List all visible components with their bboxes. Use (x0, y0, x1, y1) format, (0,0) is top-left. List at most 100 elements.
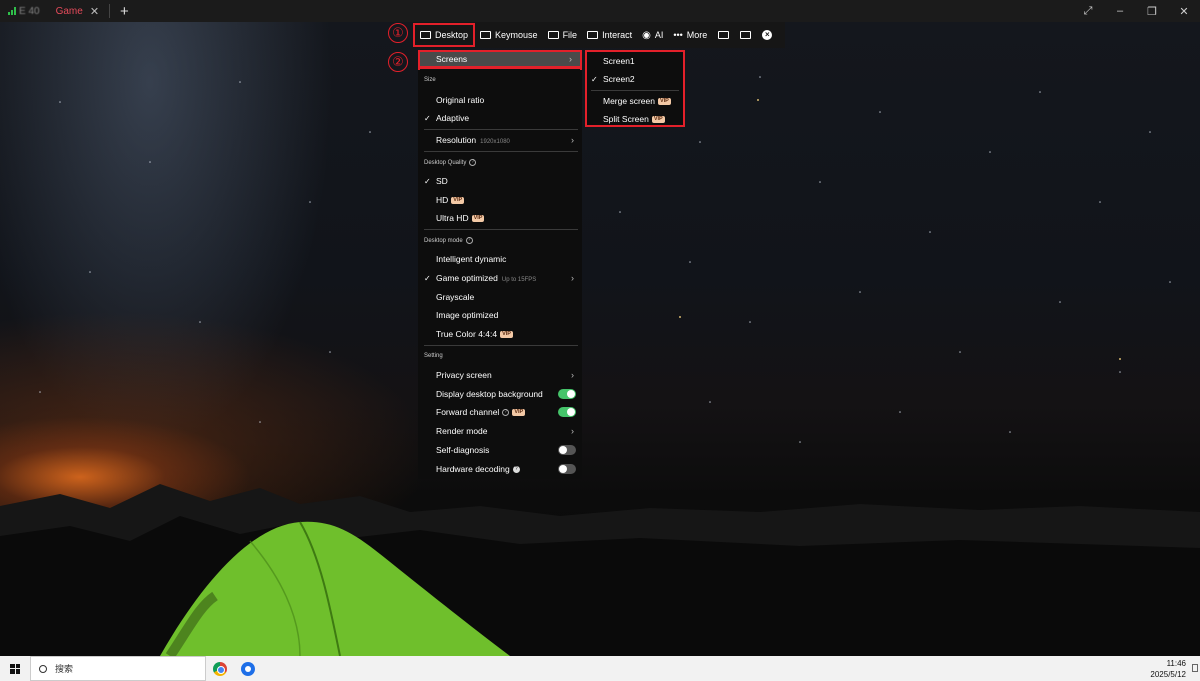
menu-item-grayscale[interactable]: Grayscale (418, 288, 582, 306)
fullscreen-button[interactable]: ⤢ (1072, 0, 1104, 22)
new-tab-button[interactable]: + (112, 3, 137, 20)
taskbar-remote-app[interactable] (234, 656, 262, 681)
toolbar-desktop-button[interactable]: Desktop (413, 23, 476, 47)
toolbar-more-button[interactable]: ••• More (668, 22, 712, 48)
menu-item-label: HD VIP (436, 195, 465, 205)
eye-icon: ◉ (642, 29, 651, 41)
taskbar-search[interactable]: 搜索 (30, 656, 206, 681)
toolbar-interact-button[interactable]: Interact (582, 22, 637, 48)
chevron-right-icon: › (571, 370, 574, 380)
notification-icon[interactable] (1192, 664, 1198, 672)
menu-item-resolution[interactable]: Resolution 1920x1080 › (418, 131, 582, 149)
tab-game[interactable]: Game ✕ (48, 0, 107, 22)
submenu-item-screen2[interactable]: ✓ Screen2 (587, 70, 683, 88)
divider (424, 129, 578, 130)
chrome-icon (213, 661, 227, 676)
menu-item-true-color[interactable]: True Color 4:4:4 VIP (418, 325, 582, 343)
help-icon[interactable]: ? (469, 159, 477, 166)
option-label: Ultra HD (436, 213, 469, 223)
menu-item-render-mode[interactable]: Render mode › (418, 422, 582, 440)
menu-item-label: Ultra HD VIP (436, 213, 485, 223)
menu-item-original-ratio[interactable]: Original ratio (418, 91, 582, 109)
tab-separator (109, 4, 111, 18)
callout-1: ① (388, 23, 408, 43)
menu-item-label: Hardware decoding? (436, 464, 520, 474)
ellipsis-icon: ••• (673, 30, 683, 40)
menu-item-image-optimized[interactable]: Image optimized (418, 306, 582, 324)
taskbar-clock[interactable]: 11:46 2025/5/12 (1150, 658, 1186, 680)
menu-item-self-diagnosis[interactable]: Self-diagnosis (418, 441, 582, 459)
vip-badge: VIP (512, 409, 526, 417)
section-header-size: Size (424, 77, 436, 83)
display-background-toggle[interactable] (558, 389, 576, 399)
option-label: Hardware decoding (436, 464, 510, 474)
help-icon[interactable]: ? (502, 409, 510, 417)
section-header-label: Desktop Quality (424, 160, 467, 167)
menu-item-privacy-screen[interactable]: Privacy screen › (418, 366, 582, 384)
toolbar-file-button[interactable]: File (543, 22, 583, 48)
submenu-item-label: Merge screen VIP (603, 96, 671, 106)
toolbar-disconnect-button[interactable]: × (756, 22, 778, 48)
toolbar-screen-button[interactable] (712, 22, 734, 48)
section-header-desktop-mode: Desktop mode? (424, 237, 473, 244)
chevron-right-icon: › (569, 54, 572, 64)
submenu-item-label: Screen1 (603, 56, 635, 66)
menu-item-intelligent-dynamic[interactable]: Intelligent dynamic (418, 250, 582, 268)
option-label: True Color 4:4:4 (436, 329, 498, 339)
submenu-item-label: Split Screen VIP (603, 114, 665, 124)
close-tab-icon[interactable]: ✕ (90, 5, 99, 18)
menu-item-forward-channel[interactable]: Forward channel? VIP (418, 403, 582, 421)
hardware-decoding-toggle[interactable] (558, 464, 576, 474)
close-window-button[interactable]: ✕ (1168, 0, 1200, 22)
forward-channel-toggle[interactable] (558, 407, 576, 417)
option-label: HD (436, 195, 449, 205)
minimize-button[interactable]: – (1104, 0, 1136, 22)
vip-badge: VIP (651, 116, 665, 124)
divider (424, 229, 578, 230)
help-icon[interactable]: ? (512, 466, 520, 474)
menu-item-hardware-decoding[interactable]: Hardware decoding? (418, 460, 582, 478)
submenu-item-split-screen[interactable]: Split Screen VIP (587, 110, 683, 128)
vip-badge: VIP (471, 215, 485, 223)
divider (424, 151, 578, 152)
check-icon: ✓ (424, 113, 431, 123)
submenu-item-screen1[interactable]: Screen1 (587, 52, 683, 70)
menu-item-game-optimized[interactable]: ✓ Game optimized Up to 15FPS › (418, 269, 582, 287)
chat-icon (587, 31, 599, 39)
menu-item-display-background[interactable]: Display desktop background (418, 385, 582, 403)
highlight-frame (418, 67, 582, 70)
self-diagnosis-toggle[interactable] (558, 445, 576, 455)
submenu-item-merge-screen[interactable]: Merge screen VIP (587, 92, 683, 110)
tab-remote-device[interactable]: E 40 (0, 0, 48, 22)
resolution-label: Resolution (436, 135, 477, 145)
desktop-menu: Screens › Size Original ratio ✓ Adaptive… (418, 50, 582, 479)
clock-time: 11:46 (1166, 659, 1186, 668)
menu-item-label: Grayscale (436, 292, 475, 302)
restore-button[interactable]: ❐ (1136, 0, 1168, 22)
check-icon: ✓ (424, 273, 431, 283)
submenu-item-label: Screen2 (603, 74, 635, 84)
option-label: Forward channel (436, 407, 500, 417)
window-controls: ⤢ – ❐ ✕ (1072, 0, 1200, 22)
toolbar-keymouse-button[interactable]: Keymouse (475, 22, 543, 48)
search-icon (39, 664, 47, 673)
menu-item-label: Self-diagnosis (436, 445, 490, 455)
toolbar-screen-switch-button[interactable] (734, 22, 756, 48)
start-button[interactable] (0, 656, 30, 681)
menu-item-hd[interactable]: HD VIP (418, 191, 582, 209)
help-icon[interactable]: ? (465, 237, 473, 244)
taskbar-chrome[interactable] (206, 656, 234, 681)
toolbar-ai-button[interactable]: ◉ AI (637, 22, 668, 48)
menu-item-ultra-hd[interactable]: Ultra HD VIP (418, 209, 582, 227)
menu-item-sd[interactable]: ✓ SD (418, 172, 582, 190)
toolbar-label: File (562, 30, 578, 40)
toolbar-label: Keymouse (495, 30, 538, 40)
menu-item-label: True Color 4:4:4 VIP (436, 329, 513, 339)
keyboard-icon (480, 31, 492, 39)
chevron-right-icon: › (571, 273, 574, 283)
chevron-right-icon: › (571, 135, 574, 145)
menu-item-label: Privacy screen (436, 370, 492, 380)
menu-item-adaptive[interactable]: ✓ Adaptive (418, 109, 582, 127)
option-label: Game optimized (436, 273, 498, 283)
menu-item-screens[interactable]: Screens › (418, 50, 582, 68)
